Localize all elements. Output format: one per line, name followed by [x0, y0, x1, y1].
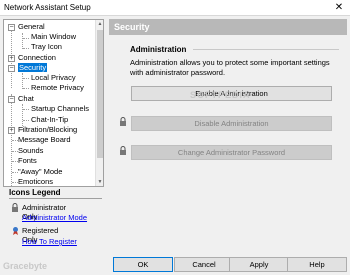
- tree-item-general[interactable]: General: [18, 22, 45, 32]
- change-password-button[interactable]: Change Administrator Password: [131, 145, 332, 160]
- tree-connector: [23, 38, 29, 39]
- expand-icon[interactable]: +: [8, 127, 15, 134]
- disable-administration-button[interactable]: Disable Administration: [131, 116, 332, 131]
- tree-item-local-privacy[interactable]: Local Privacy: [31, 73, 76, 83]
- tree-item-security[interactable]: Security: [18, 63, 48, 73]
- collapse-icon[interactable]: −: [8, 65, 15, 72]
- lock-icon: [120, 146, 126, 155]
- tree-item-filtration-blocking[interactable]: Filtration/Blocking: [18, 125, 77, 135]
- registered-icon: [13, 227, 18, 235]
- ok-button[interactable]: OK: [113, 257, 173, 272]
- tree-connector: [23, 109, 29, 110]
- scroll-up-icon[interactable]: ▲: [96, 20, 103, 28]
- pane-title: Security: [114, 22, 150, 32]
- tree-item-message-board[interactable]: Message Board: [18, 135, 71, 145]
- tree-item-fonts[interactable]: Fonts: [18, 156, 37, 166]
- brand-logo: Gracebyte: [3, 261, 48, 271]
- close-button[interactable]: ✕: [328, 0, 350, 16]
- icons-legend: Icons Legend Administrator Only Administ…: [3, 188, 104, 254]
- pane-header: Security: [109, 19, 347, 35]
- tree-item-main-window[interactable]: Main Window: [31, 32, 76, 42]
- legend-title: Icons Legend: [9, 188, 61, 197]
- tree-item-chat-in-tip[interactable]: Chat-In-Tip: [31, 115, 68, 125]
- tree-item-tray-icon[interactable]: Tray Icon: [31, 42, 62, 52]
- tree-item-emoticons[interactable]: Emoticons: [18, 177, 53, 186]
- tree-item-connection[interactable]: Connection: [18, 53, 56, 63]
- help-button[interactable]: Help: [287, 257, 347, 272]
- tree-connector: [22, 73, 23, 89]
- scroll-thumb[interactable]: [97, 30, 103, 158]
- scroll-down-icon[interactable]: ▼: [96, 178, 103, 186]
- apply-button[interactable]: Apply: [229, 257, 289, 272]
- dialog-buttons: Gracebyte OK Cancel Apply Help: [0, 255, 350, 275]
- tree-connector: [23, 120, 29, 121]
- title-bar: Network Assistant Setup ✕: [0, 0, 350, 16]
- tree-item-chat[interactable]: Chat: [18, 94, 34, 104]
- tree-item-remote-privacy[interactable]: Remote Privacy: [31, 83, 84, 93]
- enable-administration-button[interactable]: Enable Administration: [131, 86, 332, 101]
- tree-connector: [22, 33, 23, 49]
- collapse-icon[interactable]: −: [8, 96, 15, 103]
- legend-divider: [9, 198, 102, 199]
- section-divider: [193, 49, 339, 50]
- how-to-register-link[interactable]: How To Register: [22, 237, 77, 246]
- tree-item-startup-channels[interactable]: Startup Channels: [31, 104, 89, 114]
- window-title: Network Assistant Setup: [4, 3, 91, 12]
- lock-icon: [12, 203, 18, 212]
- tree-scrollbar[interactable]: ▲ ▼: [95, 20, 103, 186]
- tree-item-away-mode[interactable]: "Away" Mode: [18, 167, 62, 177]
- administrator-mode-link[interactable]: Administrator Mode: [22, 213, 87, 222]
- section-description: Administration allows you to protect som…: [130, 58, 330, 77]
- tree-item-sounds[interactable]: Sounds: [18, 146, 43, 156]
- cancel-button[interactable]: Cancel: [174, 257, 234, 272]
- collapse-icon[interactable]: −: [8, 24, 15, 31]
- tree-connector: [23, 78, 29, 79]
- expand-icon[interactable]: +: [8, 55, 15, 62]
- settings-tree[interactable]: − General Main Window Tray Icon + Connec…: [3, 19, 104, 187]
- tree-connector: [23, 48, 29, 49]
- lock-icon: [120, 117, 126, 126]
- section-title: Administration: [130, 45, 187, 54]
- tree-connector: [23, 88, 29, 89]
